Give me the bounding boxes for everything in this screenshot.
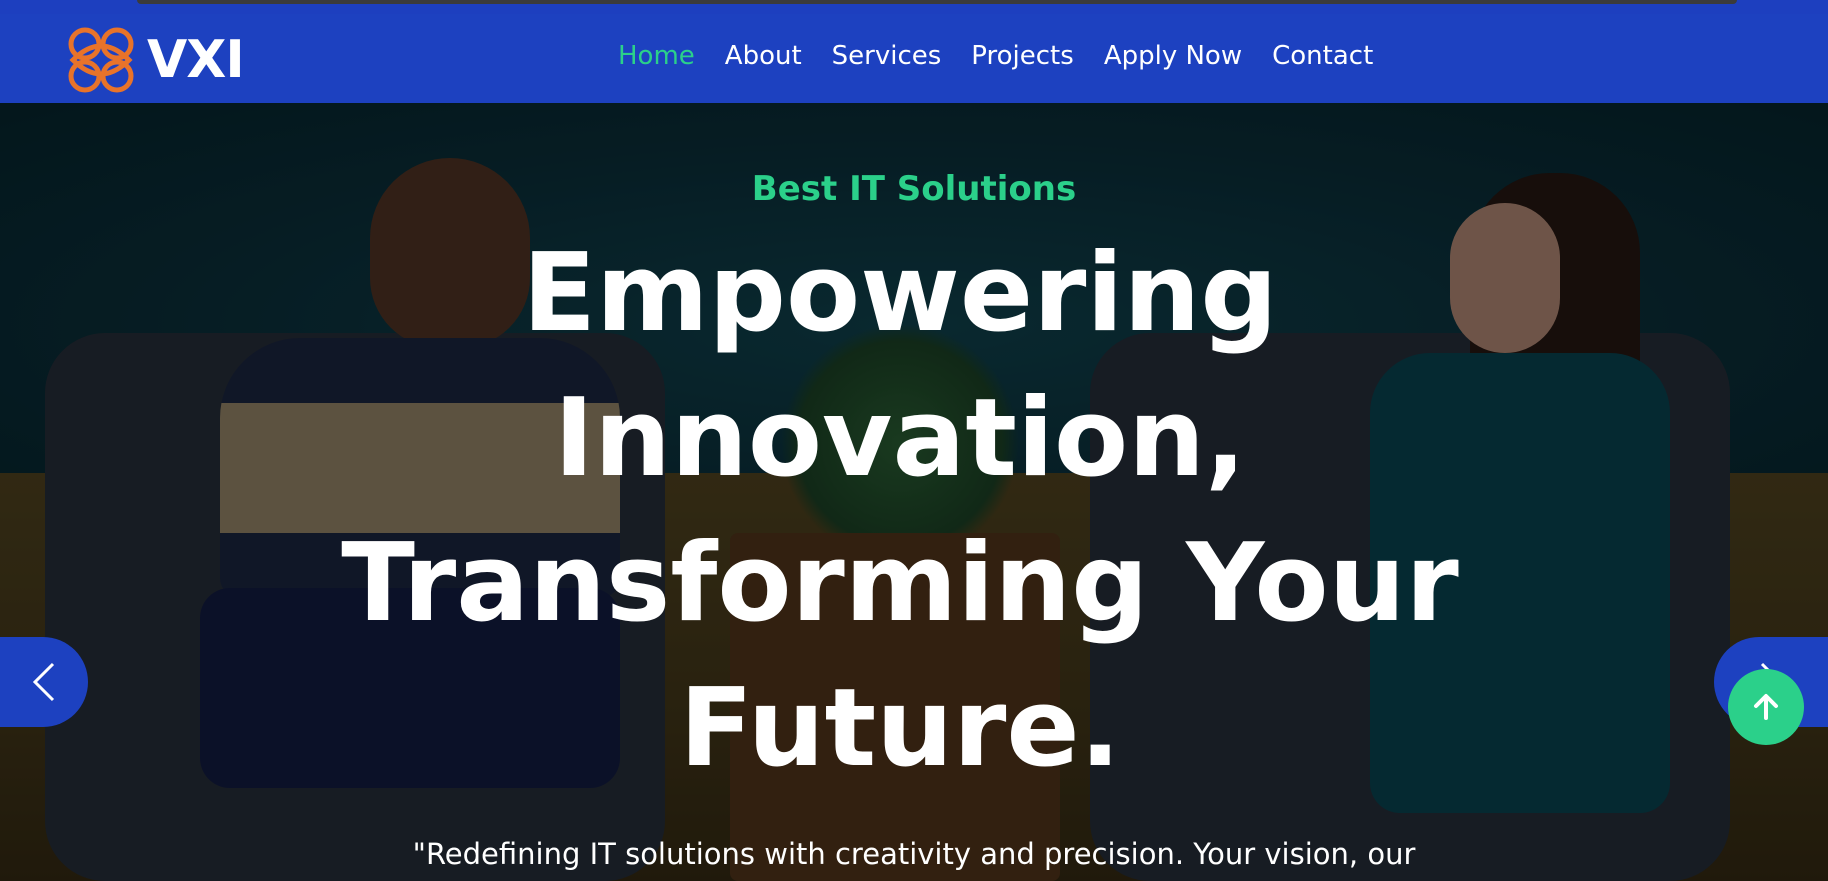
nav-apply-now-link[interactable]: Apply Now xyxy=(1104,41,1242,71)
navbar: VXI Home About Services Projects Apply N… xyxy=(0,14,1828,103)
hero-headline: Empowering Innovation, Transforming Your… xyxy=(341,231,1459,791)
nav-services-link[interactable]: Services xyxy=(832,41,942,71)
scroll-indicator-bar xyxy=(137,0,1737,4)
nav-contact-link[interactable]: Contact xyxy=(1272,41,1373,71)
arrow-up-icon xyxy=(1754,694,1778,720)
carousel-prev-button[interactable] xyxy=(0,637,88,727)
nav-about-link[interactable]: About xyxy=(725,41,802,71)
hero-content: Best IT Solutions Empowering Innovation,… xyxy=(0,103,1828,881)
hero-carousel: Best IT Solutions Empowering Innovation,… xyxy=(0,103,1828,881)
main-nav: Home About Services Projects Apply Now C… xyxy=(618,41,1373,71)
nav-home-link[interactable]: Home xyxy=(618,41,695,71)
brand-logo[interactable]: VXI xyxy=(63,22,245,98)
browser-top-strip xyxy=(0,0,1828,14)
hero-subtitle: Best IT Solutions xyxy=(751,169,1077,209)
nav-projects-link[interactable]: Projects xyxy=(971,41,1074,71)
hero-tagline: "Redefining IT solutions with creativity… xyxy=(412,837,1416,871)
knot-logo-icon xyxy=(68,27,134,93)
back-to-top-button[interactable] xyxy=(1728,669,1804,745)
brand-name: VXI xyxy=(147,30,245,90)
chevron-left-icon xyxy=(32,662,55,702)
